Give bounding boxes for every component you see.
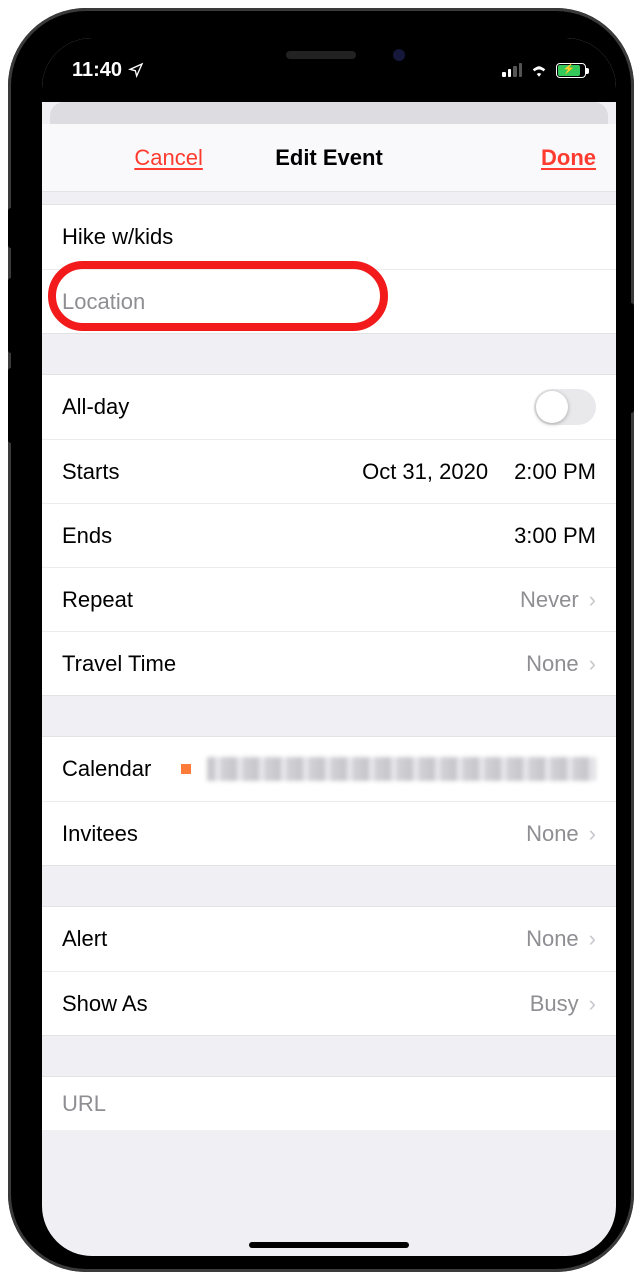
invitees-label: Invitees: [62, 821, 138, 847]
modal-header: Cancel Edit Event Done: [42, 124, 616, 192]
chevron-right-icon: ›: [589, 991, 596, 1017]
ends-time-value: 3:00 PM: [514, 523, 596, 549]
starts-row[interactable]: Starts Oct 31, 2020 2:00 PM: [42, 439, 616, 503]
event-title-row[interactable]: [42, 205, 616, 269]
repeat-value: Never: [520, 587, 579, 613]
repeat-label: Repeat: [62, 587, 133, 613]
done-button[interactable]: Done: [541, 145, 596, 171]
modal-title: Edit Event: [275, 145, 383, 171]
wifi-icon: [530, 63, 548, 77]
volume-down-button[interactable]: [8, 368, 14, 443]
starts-date-value: Oct 31, 2020: [362, 459, 488, 485]
all-day-toggle[interactable]: [534, 389, 596, 425]
calendar-name-redacted: [207, 757, 596, 781]
starts-label: Starts: [62, 459, 119, 485]
alert-value: None: [526, 926, 579, 952]
chevron-right-icon: ›: [589, 926, 596, 952]
travel-time-row[interactable]: Travel Time None ›: [42, 631, 616, 695]
url-placeholder: URL: [62, 1091, 106, 1117]
starts-time-value: 2:00 PM: [514, 459, 596, 485]
url-row[interactable]: URL: [42, 1076, 616, 1130]
mute-switch[interactable]: [8, 208, 14, 248]
battery-icon: ⚡: [556, 63, 586, 78]
repeat-row[interactable]: Repeat Never ›: [42, 567, 616, 631]
alert-section: Alert None › Show As Busy ›: [42, 906, 616, 1036]
calendar-color-dot: [181, 764, 191, 774]
time-section: All-day Starts Oct 31, 2020 2:00 PM Ends…: [42, 374, 616, 696]
power-button[interactable]: [628, 303, 634, 413]
event-location-row[interactable]: [42, 269, 616, 333]
cellular-signal-icon: [502, 63, 522, 77]
cancel-button[interactable]: Cancel: [62, 145, 275, 171]
ends-label: Ends: [62, 523, 112, 549]
travel-time-value: None: [526, 651, 579, 677]
invitees-row[interactable]: Invitees None ›: [42, 801, 616, 865]
calendar-label: Calendar: [62, 756, 151, 782]
invitees-value: None: [526, 821, 579, 847]
location-arrow-icon: [128, 62, 144, 78]
chevron-right-icon: ›: [589, 587, 596, 613]
ends-row[interactable]: Ends 3:00 PM: [42, 503, 616, 567]
show-as-label: Show As: [62, 991, 148, 1017]
chevron-right-icon: ›: [589, 651, 596, 677]
sheet-background: [50, 102, 608, 124]
all-day-label: All-day: [62, 394, 129, 420]
home-indicator[interactable]: [249, 1242, 409, 1248]
alert-row[interactable]: Alert None ›: [42, 907, 616, 971]
event-title-input[interactable]: [62, 205, 596, 269]
device-notch: [191, 38, 451, 72]
calendar-section: Calendar Invitees None ›: [42, 736, 616, 866]
volume-up-button[interactable]: [8, 278, 14, 353]
status-time: 11:40: [72, 59, 122, 82]
show-as-row[interactable]: Show As Busy ›: [42, 971, 616, 1035]
calendar-row[interactable]: Calendar: [42, 737, 616, 801]
travel-time-label: Travel Time: [62, 651, 176, 677]
chevron-right-icon: ›: [589, 821, 596, 847]
all-day-row[interactable]: All-day: [42, 375, 616, 439]
title-location-section: [42, 204, 616, 334]
event-location-input[interactable]: [62, 270, 596, 333]
alert-label: Alert: [62, 926, 107, 952]
show-as-value: Busy: [530, 991, 579, 1017]
